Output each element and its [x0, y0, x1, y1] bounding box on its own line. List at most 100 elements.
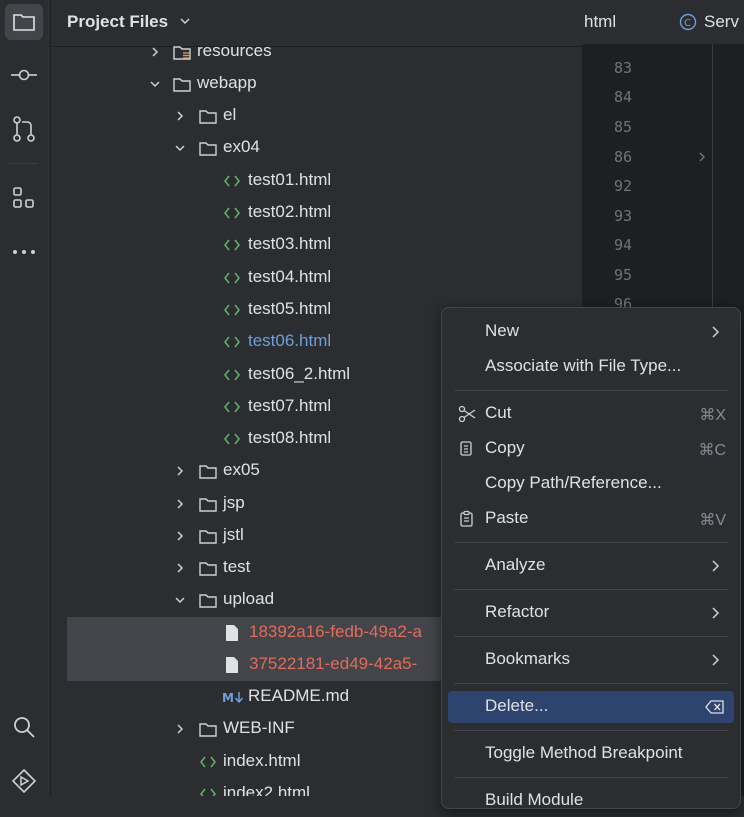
- folder-icon: [199, 562, 217, 576]
- chevron-down-icon[interactable]: [173, 593, 187, 607]
- paste-icon: [460, 510, 473, 527]
- tree-item-upload-file[interactable]: 37522181-ed49-42a5-: [67, 649, 457, 681]
- line-number: 83: [613, 59, 632, 77]
- folder-icon: [199, 142, 217, 156]
- html-file-icon: [224, 239, 240, 251]
- menu-separator: [454, 636, 728, 637]
- panel-title[interactable]: Project Files: [67, 12, 168, 32]
- folder-icon: [199, 465, 217, 479]
- chevron-right-icon[interactable]: [173, 497, 187, 511]
- html-file-icon: [224, 207, 240, 219]
- folder-icon: [199, 723, 217, 737]
- search-icon: [14, 717, 35, 738]
- folder-icon: [199, 498, 217, 512]
- chevron-right-icon[interactable]: [173, 109, 187, 123]
- tree-item-label: index.html: [223, 751, 301, 770]
- tree-item-el[interactable]: el: [51, 100, 582, 132]
- tree-item-label: WEB-INF: [223, 718, 295, 737]
- pull-requests-button[interactable]: [5, 111, 43, 147]
- submenu-arrow-icon: [712, 654, 720, 666]
- tree-item-upload-file[interactable]: 18392a16-fedb-49a2-a: [67, 617, 457, 649]
- commit-button[interactable]: [5, 57, 43, 93]
- tree-item-file[interactable]: test04.html: [51, 262, 582, 294]
- menu-item-analyze[interactable]: Analyze: [448, 550, 734, 582]
- menu-item-toggle-breakpoint[interactable]: Toggle Method Breakpoint: [448, 738, 734, 770]
- tree-item-file[interactable]: test02.html: [51, 197, 582, 229]
- tree-item-label: webapp: [197, 73, 257, 92]
- file-icon: [226, 657, 238, 673]
- menu-separator: [454, 730, 728, 731]
- submenu-arrow-icon: [712, 560, 720, 572]
- activity-separator: [8, 163, 38, 164]
- resources-folder-icon: [173, 46, 191, 60]
- tree-item-label: jstl: [223, 525, 244, 544]
- chevron-right-icon[interactable]: [173, 464, 187, 478]
- tree-item-label: test07.html: [248, 396, 332, 415]
- folder-icon: [199, 594, 217, 608]
- html-file-icon: [224, 433, 240, 445]
- menu-item-associate[interactable]: Associate with File Type...: [448, 351, 734, 383]
- tab-html[interactable]: html: [584, 12, 616, 32]
- tree-item-label: ex05: [223, 460, 260, 479]
- folder-icon: [13, 14, 35, 31]
- line-number: 94: [613, 236, 632, 254]
- tree-item-label: 18392a16-fedb-49a2-a: [249, 622, 422, 641]
- markdown-icon: M: [222, 691, 244, 705]
- tree-item-webapp[interactable]: webapp: [51, 68, 582, 100]
- chevron-down-icon[interactable]: [173, 141, 187, 155]
- submenu-arrow-icon: [712, 326, 720, 338]
- menu-separator: [454, 542, 728, 543]
- menu-separator: [454, 589, 728, 590]
- line-number: 85: [613, 118, 632, 136]
- menu-item-build-module[interactable]: Build Module: [448, 785, 734, 817]
- html-file-icon: [224, 304, 240, 316]
- tree-item-label: test01.html: [248, 170, 332, 189]
- more-icon: [13, 250, 35, 254]
- chevron-down-icon[interactable]: [148, 77, 162, 91]
- run-services-button[interactable]: [5, 763, 43, 799]
- menu-item-copy-path[interactable]: Copy Path/Reference...: [448, 468, 734, 500]
- line-number: 95: [613, 266, 632, 284]
- menu-item-refactor[interactable]: Refactor: [448, 597, 734, 629]
- tree-item-label: test06_2.html: [248, 364, 351, 383]
- menu-item-bookmarks[interactable]: Bookmarks: [448, 644, 734, 676]
- tab-servlet[interactable]: Serv: [704, 12, 739, 32]
- delete-key-icon: [705, 700, 724, 714]
- fold-chevron-icon[interactable]: [696, 151, 708, 163]
- chevron-right-icon[interactable]: [173, 722, 187, 736]
- class-icon: C: [679, 13, 697, 31]
- tree-item-ex04[interactable]: ex04: [51, 132, 582, 164]
- svg-text:M: M: [222, 691, 234, 705]
- html-file-icon: [224, 401, 240, 413]
- menu-item-copy[interactable]: Copy ⌘C: [448, 433, 734, 465]
- menu-item-new[interactable]: New: [448, 316, 734, 348]
- submenu-arrow-icon: [712, 607, 720, 619]
- tree-item-resources[interactable]: resources: [51, 46, 582, 68]
- tree-item-label: README.md: [248, 686, 350, 705]
- structure-button[interactable]: [5, 180, 43, 216]
- project-files-button[interactable]: [5, 4, 43, 40]
- tree-item-label: jsp: [223, 493, 245, 512]
- chevron-right-icon[interactable]: [148, 46, 162, 59]
- more-tools-button[interactable]: [5, 234, 43, 270]
- html-file-icon: [200, 788, 216, 796]
- chevron-right-icon[interactable]: [173, 561, 187, 575]
- folder-icon: [199, 530, 217, 544]
- tree-item-label: el: [223, 105, 237, 124]
- menu-item-cut[interactable]: Cut ⌘X: [448, 398, 734, 430]
- menu-item-delete[interactable]: Delete...: [448, 691, 734, 723]
- chevron-down-icon[interactable]: [179, 15, 191, 27]
- tree-item-file[interactable]: test01.html: [51, 165, 582, 197]
- tree-item-label: test: [223, 557, 251, 576]
- tree-item-label: test08.html: [248, 428, 332, 447]
- chevron-right-icon[interactable]: [173, 529, 187, 543]
- tree-item-label: test04.html: [248, 267, 332, 286]
- tree-item-file[interactable]: test03.html: [51, 229, 582, 261]
- menu-item-paste[interactable]: Paste ⌘V: [448, 503, 734, 535]
- html-file-icon: [224, 272, 240, 284]
- search-button[interactable]: [5, 709, 43, 745]
- line-number: 86: [613, 148, 632, 166]
- tree-item-label: test06.html: [248, 331, 332, 350]
- tree-item-label: test03.html: [248, 234, 332, 253]
- menu-separator: [454, 683, 728, 684]
